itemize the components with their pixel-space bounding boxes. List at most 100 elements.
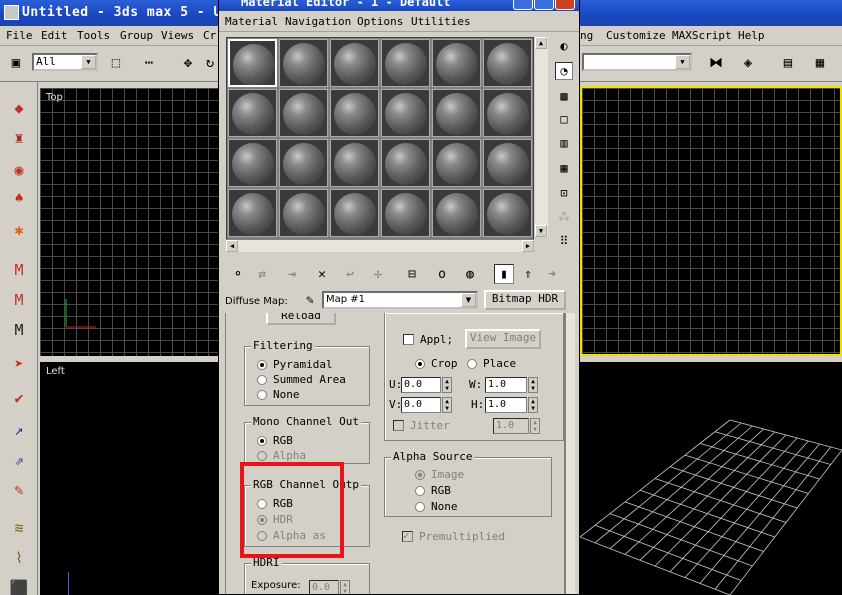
modifier-m2-icon[interactable]: M — [7, 288, 31, 312]
geometry-icon[interactable]: ◆ — [7, 96, 31, 120]
viewport-top-label[interactable]: Top — [46, 92, 63, 103]
chevron-down-icon[interactable]: ▼ — [81, 55, 96, 69]
spinner-arrows-icon[interactable]: ▲ ▼ — [340, 580, 350, 594]
filtering-pyramidal-option[interactable]: Pyramidal — [257, 358, 333, 371]
menu-edit[interactable]: Edit — [41, 29, 68, 42]
alpha-rgb-option[interactable]: RGB — [415, 484, 451, 497]
view-image-button[interactable]: View Image — [465, 329, 541, 349]
put-to-library-icon[interactable]: ⊟ — [402, 264, 422, 284]
mono-rgb-option[interactable]: RGB — [257, 434, 293, 447]
motion-icon[interactable]: ✔ — [7, 386, 31, 410]
select-object-icon[interactable]: ▣ — [4, 51, 28, 75]
chevron-down-icon[interactable]: ▼ — [675, 55, 690, 69]
menu-views[interactable]: Views — [161, 29, 194, 42]
modifier-m-icon[interactable]: M — [7, 258, 31, 282]
spinner-arrows-icon[interactable]: ▲ ▼ — [442, 397, 452, 413]
radio-button[interactable] — [415, 358, 425, 369]
layers-icon[interactable]: ≋ — [7, 516, 31, 540]
sample-uv-tiling-icon[interactable]: □ — [555, 110, 573, 128]
menu-options[interactable]: Options — [357, 15, 403, 28]
viewport-top[interactable]: Top — [40, 88, 218, 356]
put-to-scene-icon[interactable]: ⇄ — [252, 264, 272, 284]
reset-map-icon[interactable]: ✕ — [312, 264, 332, 284]
u-spinner[interactable]: 0.0 ▲ ▼ — [401, 377, 452, 393]
radio-button[interactable] — [257, 359, 267, 370]
menu-navigation[interactable]: Navigation — [285, 15, 351, 28]
checkbox[interactable] — [403, 334, 414, 345]
background-checker-icon[interactable]: ▩ — [555, 87, 573, 105]
sample-slot[interactable] — [228, 139, 277, 187]
sample-slot[interactable] — [228, 39, 277, 87]
v-spinner[interactable]: 0.0 ▲ ▼ — [401, 397, 452, 413]
select-by-material-icon[interactable]: ⁂ — [555, 208, 573, 226]
menu-material[interactable]: Material — [225, 15, 278, 28]
scroll-right-icon[interactable]: ▶ — [522, 240, 534, 252]
mirror-icon[interactable]: ⧓ — [704, 51, 728, 75]
radio-button[interactable] — [467, 358, 477, 369]
pick-material-icon[interactable]: ✎ — [300, 290, 320, 310]
tool-icon[interactable]: ⬛ — [7, 576, 31, 595]
track-view-icon[interactable]: ▤ — [776, 51, 800, 75]
radio-button[interactable] — [415, 501, 425, 512]
jitter-spinner[interactable]: 1.0 ▲ ▼ — [493, 418, 540, 434]
menu-rendering[interactable]: ng — [580, 29, 593, 42]
sample-slot[interactable] — [432, 39, 481, 87]
reactor-icon[interactable]: ✎ — [7, 478, 31, 502]
scroll-down-icon[interactable]: ▼ — [535, 225, 547, 237]
sample-slot[interactable] — [330, 189, 379, 237]
premultiplied-checkbox[interactable]: Premultiplied — [402, 529, 505, 543]
make-preview-icon[interactable]: ▦ — [555, 159, 573, 177]
close-button[interactable] — [555, 0, 575, 10]
filtering-summed-area-option[interactable]: Summed Area — [257, 373, 346, 386]
sample-slot[interactable] — [228, 89, 277, 137]
radio-button[interactable] — [257, 374, 267, 385]
hierarchy-icon[interactable]: ➤ — [7, 352, 31, 376]
menu-utilities[interactable]: Utilities — [411, 15, 471, 28]
h-spinner[interactable]: 1.0 ▲ ▼ — [485, 397, 538, 413]
viewport-left[interactable]: Left — [40, 362, 218, 595]
sample-slots-horizontal-scrollbar[interactable]: ◀ ▶ — [226, 239, 534, 252]
selection-filter-dropdown[interactable]: All ▼ — [32, 53, 98, 71]
menu-customize[interactable]: Customize — [606, 29, 666, 42]
maximize-button[interactable] — [534, 0, 554, 10]
menu-maxscript[interactable]: MAXScript — [672, 29, 732, 42]
sample-slot[interactable] — [381, 139, 430, 187]
make-unique-icon[interactable]: ✢ — [368, 264, 388, 284]
radio-button[interactable] — [415, 485, 425, 496]
sample-slot[interactable] — [381, 189, 430, 237]
sample-slot[interactable] — [228, 189, 277, 237]
move-icon[interactable]: ✥ — [176, 51, 200, 75]
checkbox[interactable] — [393, 420, 404, 431]
menu-group[interactable]: Group — [120, 29, 153, 42]
video-color-check-icon[interactable]: ▥ — [555, 134, 573, 152]
sample-slot[interactable] — [330, 89, 379, 137]
menu-file[interactable]: File — [6, 29, 33, 42]
assign-material-icon[interactable]: ⇥ — [282, 264, 302, 284]
sample-slot[interactable] — [279, 139, 328, 187]
alpha-none-option[interactable]: None — [415, 500, 458, 513]
jitter-checkbox[interactable]: Jitter — [393, 419, 450, 432]
radio-button[interactable] — [257, 389, 267, 400]
go-to-parent-icon[interactable]: ⇑ — [518, 264, 538, 284]
exposure-spinner[interactable]: 0.0 ▲ ▼ — [309, 580, 350, 594]
cameras-icon[interactable]: ♠ — [7, 186, 31, 210]
scroll-left-icon[interactable]: ◀ — [226, 240, 238, 252]
backlight-icon[interactable]: ◔ — [555, 62, 573, 80]
lights-icon[interactable]: ◉ — [7, 158, 31, 182]
sample-slot[interactable] — [330, 139, 379, 187]
alpha-image-option[interactable]: Image — [415, 468, 464, 481]
window-crossing-icon[interactable]: ⋯ — [137, 51, 161, 75]
radio-button[interactable] — [257, 435, 267, 446]
sample-slot[interactable] — [432, 139, 481, 187]
viewport-perspective[interactable] — [580, 362, 842, 595]
sample-slot[interactable] — [330, 39, 379, 87]
go-forward-to-sibling-icon[interactable]: ➜ — [542, 264, 562, 284]
scroll-icon[interactable]: ⌇ — [7, 546, 31, 570]
menu-create[interactable]: Cr — [203, 29, 216, 42]
filtering-none-option[interactable]: None — [257, 388, 300, 401]
sample-slot[interactable] — [279, 189, 328, 237]
sample-slots-vertical-scrollbar[interactable]: ▲ ▼ — [535, 37, 548, 237]
sample-slot[interactable] — [483, 89, 532, 137]
sample-slot[interactable] — [432, 189, 481, 237]
sample-slot[interactable] — [381, 89, 430, 137]
